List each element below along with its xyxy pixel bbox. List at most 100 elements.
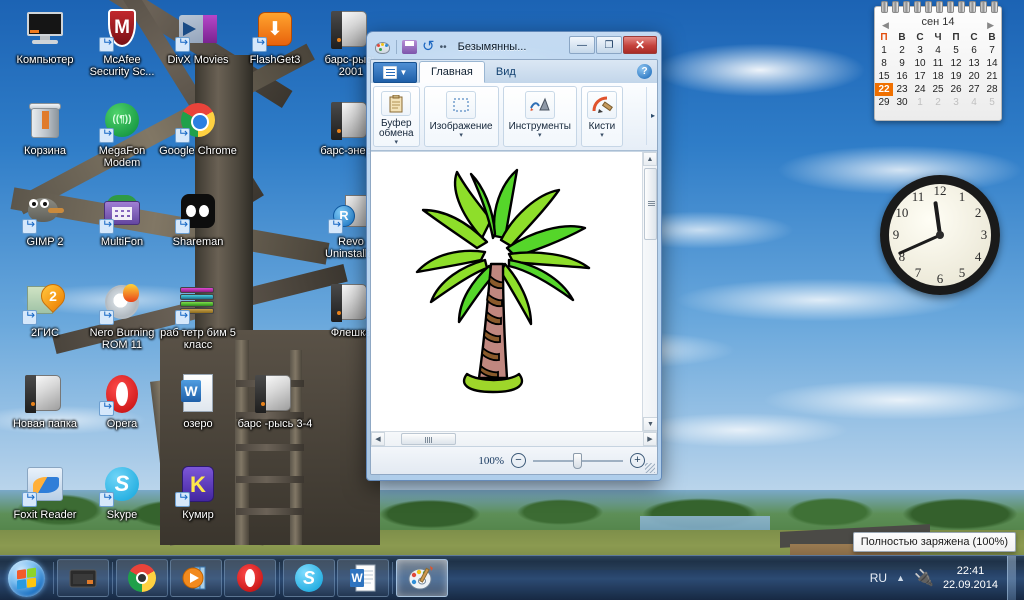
canvas-horizontal-scrollbar[interactable]: ◀ ▶	[371, 431, 657, 446]
zoom-slider-thumb[interactable]	[573, 452, 582, 469]
calendar-day[interactable]: 29	[875, 96, 893, 109]
calendar-day[interactable]: 4	[965, 96, 983, 109]
chevron-down-icon[interactable]: ▾	[538, 132, 542, 139]
calendar-day[interactable]: 10	[911, 57, 929, 70]
minimize-button[interactable]: —	[569, 36, 595, 54]
desktop-icon-10[interactable]: GIMP 2	[6, 188, 84, 248]
desktop-icon-20[interactable]: озеро	[159, 370, 237, 430]
desktop-icon-6[interactable]: Корзина	[6, 97, 84, 157]
desktop-icon-11[interactable]: MultiFon	[83, 188, 161, 248]
zoom-out-button[interactable]: −	[511, 453, 526, 468]
desktop-icon-21[interactable]: барс -рысь 3-4	[236, 370, 314, 430]
desktop-icon-8[interactable]: Google Chrome	[159, 97, 237, 157]
desktop-icon-3[interactable]: DivX Movies	[159, 6, 237, 66]
desktop-icon-18[interactable]: Новая папка	[6, 370, 84, 430]
skype-taskbar-button[interactable]: S	[283, 559, 335, 597]
tab-home[interactable]: Главная	[419, 61, 485, 83]
clock-area[interactable]: 22:41 22.09.2014	[943, 564, 998, 592]
ribbon-overflow-icon[interactable]: ▸	[651, 111, 655, 120]
clipboard-icon[interactable]	[381, 91, 412, 116]
calendar-day[interactable]: 1	[911, 96, 929, 109]
calendar-day[interactable]: 8	[875, 57, 893, 70]
brushes-icon[interactable]	[586, 91, 617, 119]
show-desktop-button[interactable]	[1007, 555, 1016, 600]
tab-view[interactable]: Вид	[485, 61, 527, 83]
ribbon-group-tools[interactable]: Инструменты ▾	[502, 86, 577, 147]
calendar-day[interactable]: 5	[983, 96, 1001, 109]
canvas-vertical-scrollbar[interactable]: ▲ ▼	[642, 152, 657, 431]
paint-window[interactable]: ↺ •• Безымянны... — ❐ ✕ ▼ Главная Вид ?	[366, 31, 662, 481]
clock-gadget[interactable]: 12 1 2 3 4 5 6 7 8 9 10 11	[880, 175, 1000, 295]
calendar-day[interactable]: 6	[965, 44, 983, 57]
calendar-gadget[interactable]: ◀ сен 14 ▶ ПВСЧПСВ 1 2 3 4 5 6 7 8 9 10 11 12 13 14 15…	[874, 1, 1002, 121]
maximize-button[interactable]: ❐	[596, 36, 622, 54]
battery-plug-icon[interactable]: 🔌	[914, 568, 934, 588]
desktop-icon-4[interactable]: FlashGet3	[236, 6, 314, 66]
vertical-scroll-thumb[interactable]	[644, 168, 657, 240]
calendar-next-icon[interactable]: ▶	[987, 16, 994, 34]
scroll-left-icon[interactable]: ◀	[371, 432, 385, 446]
calendar-day[interactable]: 7	[983, 44, 1001, 57]
start-button[interactable]	[1, 557, 51, 600]
desktop-icon-22[interactable]: Foxit Reader	[6, 461, 84, 521]
calendar-day[interactable]: 16	[893, 70, 911, 83]
calendar-day[interactable]: 28	[983, 83, 1001, 96]
chrome-taskbar-button[interactable]	[116, 559, 168, 597]
desktop-icon-23[interactable]: Skype	[83, 461, 161, 521]
resize-grip[interactable]	[645, 463, 655, 473]
calendar-prev-icon[interactable]: ◀	[882, 16, 889, 34]
undo-icon[interactable]: ↺	[422, 39, 435, 54]
calendar-day[interactable]: 13	[965, 57, 983, 70]
desktop-icon-14[interactable]: 2ГИС	[6, 279, 84, 339]
desktop-icon-24[interactable]: Кумир	[159, 461, 237, 521]
tools-icon[interactable]	[524, 91, 555, 119]
calendar-day[interactable]: 2	[893, 44, 911, 57]
calendar-day-today[interactable]: 22	[875, 83, 893, 96]
close-button[interactable]: ✕	[623, 36, 657, 54]
desktop-icon-7[interactable]: MegaFon Modem	[83, 97, 161, 169]
explorer-taskbar-button[interactable]	[57, 559, 109, 597]
calendar-day[interactable]: 2	[929, 96, 947, 109]
paint-taskbar-button[interactable]	[396, 559, 448, 597]
desktop-icon-15[interactable]: Nero Burning ROM 11	[83, 279, 161, 351]
scroll-up-icon[interactable]: ▲	[643, 152, 657, 166]
chevron-down-icon[interactable]: ▾	[600, 132, 604, 139]
calendar-day[interactable]: 20	[965, 70, 983, 83]
calendar-day[interactable]: 30	[893, 96, 911, 109]
desktop-icon-1[interactable]: Компьютер	[6, 6, 84, 66]
scroll-right-icon[interactable]: ▶	[643, 432, 657, 446]
desktop-icon-16[interactable]: раб тетр бим 5 класс	[159, 279, 237, 351]
save-icon[interactable]	[402, 40, 417, 54]
chevron-down-icon[interactable]: ▾	[395, 139, 399, 146]
calendar-day[interactable]: 4	[929, 44, 947, 57]
calendar-day[interactable]: 12	[947, 57, 965, 70]
zoom-slider[interactable]	[533, 452, 623, 469]
calendar-day[interactable]: 21	[983, 70, 1001, 83]
word-taskbar-button[interactable]: W	[337, 559, 389, 597]
calendar-day[interactable]: 14	[983, 57, 1001, 70]
chevron-down-icon[interactable]: ▾	[459, 132, 463, 139]
opera-taskbar-button[interactable]	[224, 559, 276, 597]
calendar-day[interactable]: 11	[929, 57, 947, 70]
paint-canvas[interactable]	[371, 152, 642, 431]
calendar-day[interactable]: 5	[947, 44, 965, 57]
desktop-icon-2[interactable]: McAfee Security Sc...	[83, 6, 161, 78]
language-indicator[interactable]: RU	[870, 571, 887, 585]
calendar-day[interactable]: 17	[911, 70, 929, 83]
calendar-day[interactable]: 9	[893, 57, 911, 70]
customize-qat-icon[interactable]: ••	[440, 42, 447, 53]
horizontal-scroll-thumb[interactable]	[401, 433, 456, 445]
show-hidden-icons-icon[interactable]: ▲	[896, 573, 905, 583]
calendar-day[interactable]: 1	[875, 44, 893, 57]
paint-title-bar[interactable]: ↺ •• Безымянны... — ❐ ✕	[370, 35, 658, 59]
calendar-day[interactable]: 23	[893, 83, 911, 96]
desktop-icon-19[interactable]: Opera	[83, 370, 161, 430]
calendar-day[interactable]: 25	[929, 83, 947, 96]
calendar-day[interactable]: 3	[947, 96, 965, 109]
help-icon[interactable]: ?	[637, 64, 652, 79]
ribbon-group-image[interactable]: Изображение ▾	[423, 86, 499, 147]
calendar-day[interactable]: 15	[875, 70, 893, 83]
scroll-down-icon[interactable]: ▼	[643, 417, 657, 431]
select-rectangle-icon[interactable]	[446, 91, 477, 119]
zoom-in-button[interactable]: +	[630, 453, 645, 468]
